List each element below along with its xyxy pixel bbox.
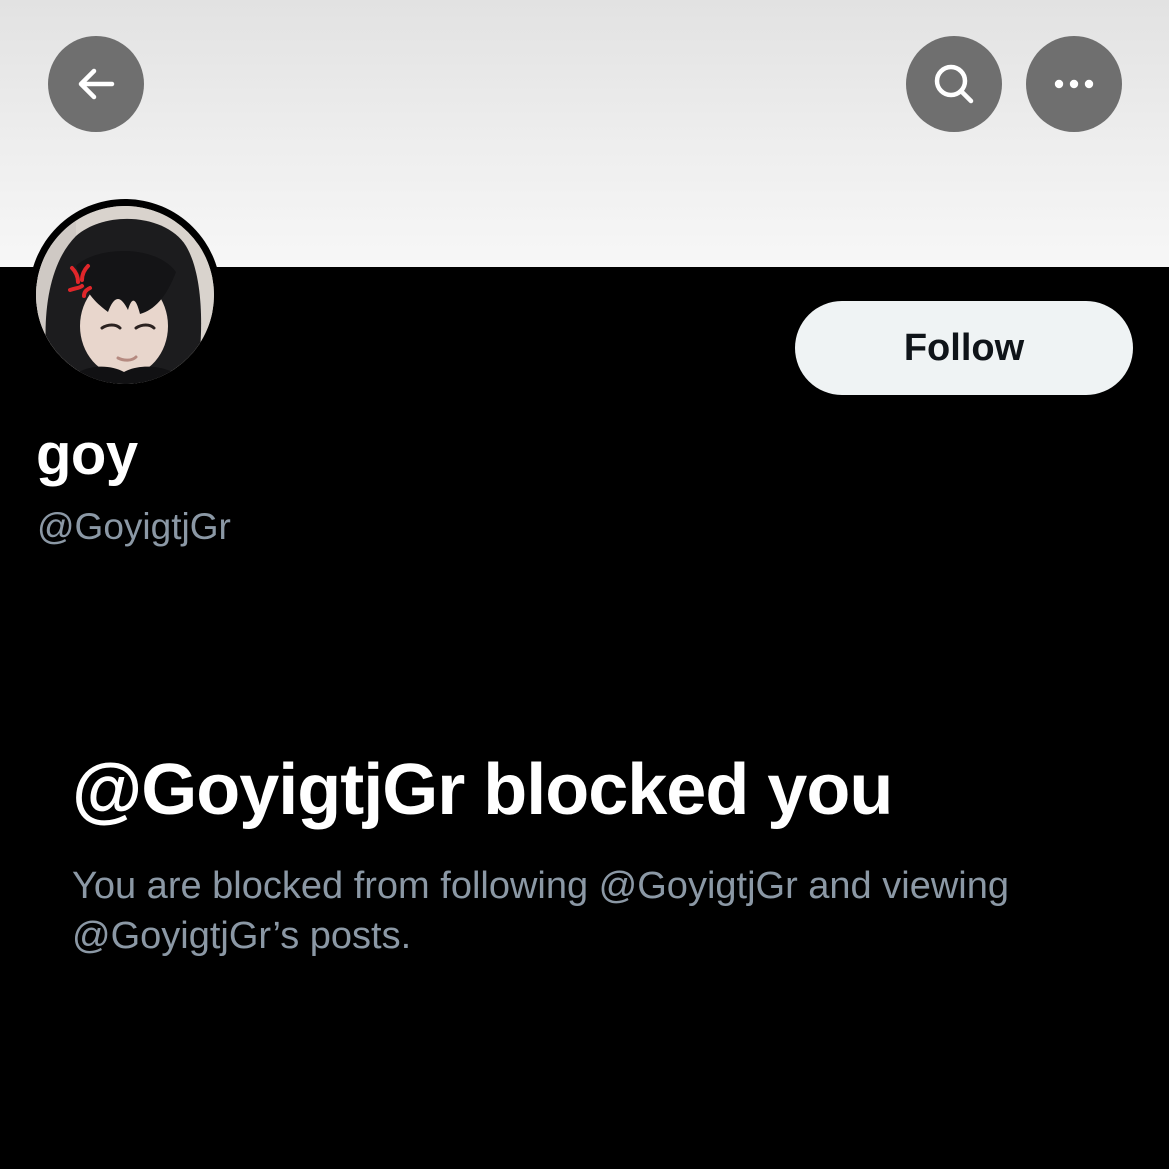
avatar[interactable] xyxy=(36,206,214,384)
search-icon xyxy=(930,60,978,108)
more-horizontal-icon xyxy=(1052,78,1096,90)
follow-button[interactable]: Follow xyxy=(795,301,1133,395)
profile-handle: @GoyigtjGr xyxy=(37,506,231,547)
profile-display-name: goy xyxy=(36,422,138,487)
back-button[interactable] xyxy=(48,36,144,132)
arrow-left-icon xyxy=(74,62,118,106)
search-button[interactable] xyxy=(906,36,1002,132)
blocked-description: You are blocked from following @GoyigtjG… xyxy=(72,865,1009,957)
blocked-title: @GoyigtjGr blocked you xyxy=(72,750,893,830)
profile-page: Follow goy @GoyigtjGr @GoyigtjGr blocked… xyxy=(0,0,1169,1169)
avatar-frame[interactable] xyxy=(29,199,221,391)
more-options-button[interactable] xyxy=(1026,36,1122,132)
